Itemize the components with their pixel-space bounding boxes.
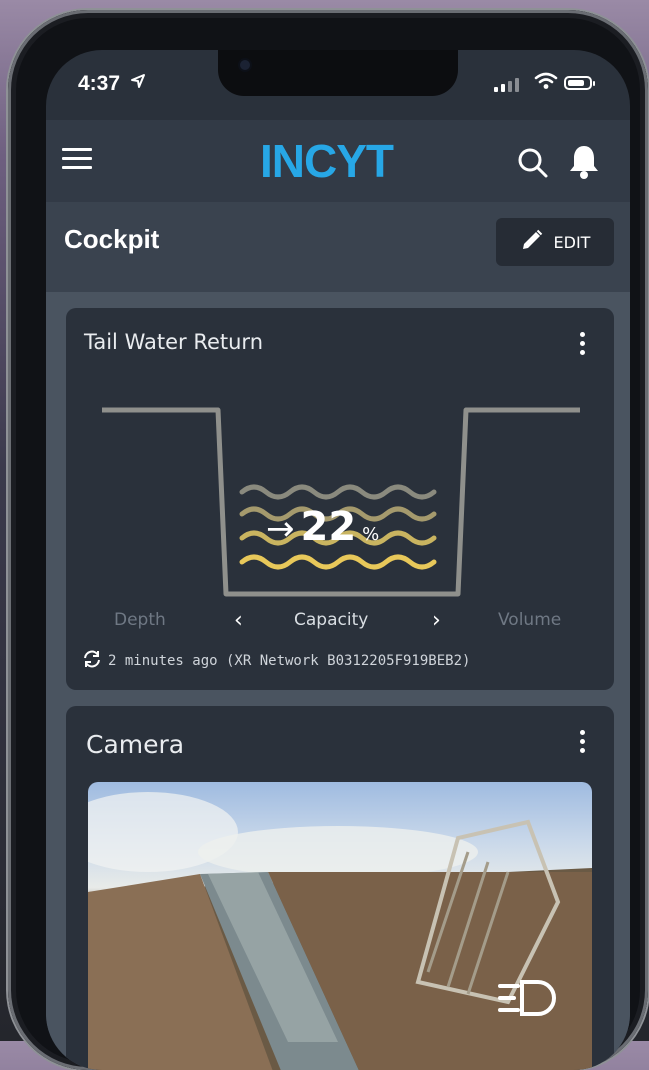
page-header: Cockpit EDIT: [46, 202, 630, 292]
phone-screen: 4:37 INCYT Cockpit EDIT Tail Water Retur…: [46, 50, 630, 1070]
page-title: Cockpit: [64, 224, 160, 254]
brand-logo: INCYT: [260, 135, 394, 187]
battery-icon: [564, 76, 595, 90]
capacity-readout: → 22 %: [266, 504, 379, 550]
chevron-right-icon[interactable]: ›: [432, 608, 441, 633]
tank-gauge: [102, 407, 580, 597]
card-title: Camera: [86, 730, 185, 759]
status-time: 4:37: [78, 72, 121, 95]
search-icon[interactable]: [516, 146, 550, 184]
capacity-value: 22: [300, 504, 357, 550]
refresh-icon[interactable]: [82, 650, 102, 672]
phone-frame: 4:37 INCYT Cockpit EDIT Tail Water Retur…: [8, 10, 648, 1070]
more-options-icon[interactable]: [580, 332, 586, 359]
app-bar: INCYT: [46, 120, 630, 202]
right-arrow-icon: →: [266, 509, 295, 549]
edit-button[interactable]: EDIT: [496, 218, 614, 266]
last-updated: 2 minutes ago (XR Network B0312205F919BE…: [82, 650, 470, 672]
front-camera: [240, 60, 250, 70]
tab-depth[interactable]: Depth: [114, 610, 166, 630]
hamburger-icon[interactable]: [62, 148, 92, 170]
more-options-icon[interactable]: [580, 730, 586, 757]
capacity-unit: %: [362, 524, 380, 545]
flashlight-icon[interactable]: [496, 976, 566, 1024]
pencil-icon: [520, 228, 544, 256]
camera-feed-image[interactable]: [88, 782, 592, 1070]
tab-volume[interactable]: Volume: [498, 610, 561, 630]
dashboard-content: Tail Water Return → 22 % Depth ‹ Capacit…: [46, 292, 630, 1070]
bell-icon[interactable]: [568, 144, 600, 184]
chevron-left-icon[interactable]: ‹: [234, 608, 243, 633]
wifi-icon: [534, 72, 558, 94]
tab-capacity[interactable]: Capacity: [294, 610, 368, 630]
updated-text: 2 minutes ago (XR Network B0312205F919BE…: [108, 653, 471, 669]
tail-water-card: Tail Water Return → 22 % Depth ‹ Capacit…: [66, 308, 614, 690]
notch: [218, 50, 458, 96]
navigation-arrow-icon: [130, 73, 146, 94]
cellular-signal-icon: [494, 78, 519, 92]
edit-label: EDIT: [553, 232, 591, 252]
metric-switcher: Depth ‹ Capacity › Volume: [66, 608, 614, 638]
card-title: Tail Water Return: [84, 330, 264, 354]
camera-card: Camera: [66, 706, 614, 1070]
